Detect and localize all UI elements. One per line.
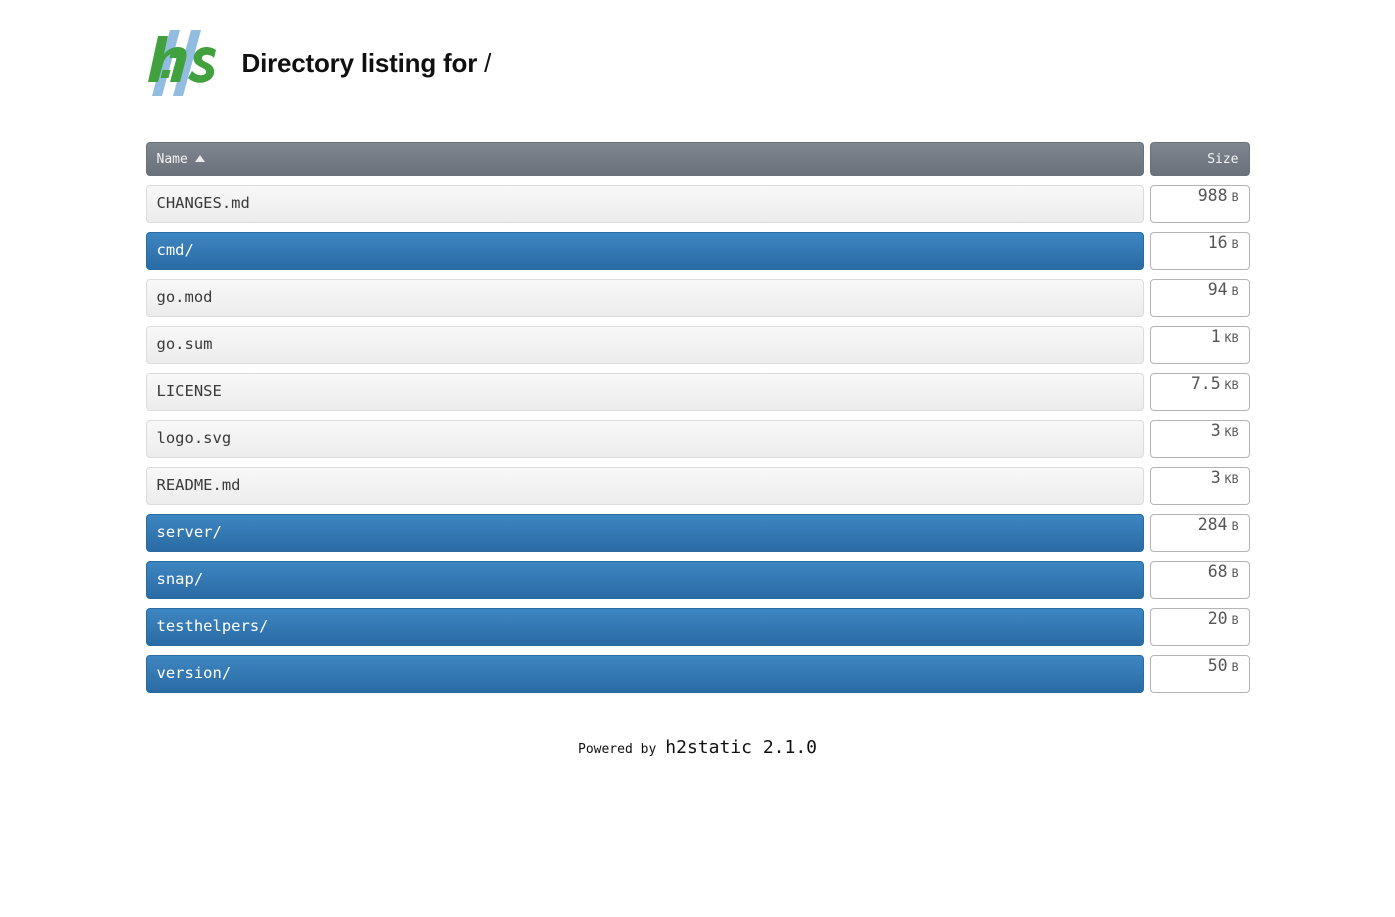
page-title: Directory listing for / [242,48,492,79]
directory-link[interactable]: server/ [145,514,1144,552]
table-body: CHANGES.md 988 Bcmd/16 Bgo.mod 94 Bgo.sum 1 KB L… [145,185,1250,693]
entry-size-value: 68 [1207,562,1228,581]
entry-name-label: logo.svg [156,429,232,448]
entry-name-label: LICENSE [156,382,222,401]
column-header-name-label: Name [156,151,188,167]
entry-name-label: go.mod [156,288,213,307]
entry-size: 3 KB [1149,420,1250,458]
directory-listing-page: Directory listing for / Name Size CHANGE… [0,0,1395,917]
page-footer: Powered by h2static 2.1.0 [146,737,1250,758]
entry-size-unit: KB [1224,331,1239,345]
entry-size-value: 7.5 [1190,374,1221,393]
table-row: logo.svg 3 KB [145,420,1250,458]
file-link[interactable]: go.mod [145,279,1144,317]
entry-size-value: 94 [1207,280,1228,299]
directory-listing-table: Name Size CHANGES.md 988 Bcmd/16 Bgo.mod 94 B… [145,142,1250,693]
entry-size: 988 B [1149,185,1250,223]
file-link[interactable]: README.md [145,467,1144,505]
entry-name-label: README.md [156,476,241,495]
directory-link[interactable]: version/ [145,655,1144,693]
h2static-logo-icon [147,30,216,96]
entry-size: 20 B [1149,608,1250,646]
table-row: version/50 B [145,655,1250,693]
table-header-row: Name Size [145,142,1250,176]
entry-size: 284 B [1149,514,1250,552]
entry-size: 16 B [1149,232,1250,270]
page-container: Directory listing for / Name Size CHANGE… [145,0,1250,758]
file-link[interactable]: CHANGES.md [145,185,1144,223]
entry-size-unit: B [1231,613,1239,627]
table-row: README.md 3 KB [145,467,1250,505]
entry-size-value: 3 [1210,468,1221,487]
entry-name-label: server/ [156,523,222,542]
entry-size: 3 KB [1149,467,1250,505]
footer-powered-by-label: Powered by [578,742,657,757]
page-title-path: / [484,47,492,78]
file-link[interactable]: go.sum [145,326,1144,364]
entry-size-value: 50 [1207,656,1228,675]
entry-size: 1 KB [1149,326,1250,364]
entry-size-unit: KB [1224,472,1239,486]
file-link[interactable]: logo.svg [145,420,1144,458]
entry-size: 94 B [1149,279,1250,317]
sort-ascending-icon [194,154,205,162]
entry-size-value: 988 [1197,186,1228,205]
entry-name-label: CHANGES.md [156,194,250,213]
entry-size-unit: B [1231,566,1239,580]
table-row: LICENSE 7.5 KB [145,373,1250,411]
footer-app-version: h2static 2.1.0 [665,737,817,758]
directory-link[interactable]: testhelpers/ [145,608,1144,646]
file-link[interactable]: LICENSE [145,373,1144,411]
entry-size-unit: B [1231,660,1239,674]
column-header-size-label: Size [1207,151,1239,167]
page-header: Directory listing for / [146,24,1250,102]
table-row: cmd/16 B [145,232,1250,270]
table-row: snap/68 B [145,561,1250,599]
table-row: testhelpers/20 B [145,608,1250,646]
entry-name-label: cmd/ [156,241,194,260]
entry-size-value: 3 [1210,421,1221,440]
entry-name-label: go.sum [156,335,213,354]
entry-size: 7.5 KB [1149,373,1250,411]
entry-size-value: 1 [1210,327,1221,346]
directory-link[interactable]: snap/ [145,561,1144,599]
table-row: CHANGES.md 988 B [145,185,1250,223]
entry-size-unit: B [1231,519,1239,533]
entry-size: 68 B [1149,561,1250,599]
page-title-prefix: Directory listing for [241,47,478,78]
entry-size-unit: B [1231,284,1239,298]
entry-size-unit: B [1231,190,1239,204]
column-header-name[interactable]: Name [145,142,1144,176]
entry-name-label: testhelpers/ [156,617,269,636]
entry-size-unit: B [1231,237,1239,251]
entry-size-value: 16 [1207,233,1228,252]
entry-size-value: 20 [1207,609,1228,628]
entry-size-value: 284 [1197,515,1228,534]
entry-name-label: version/ [156,664,232,683]
entry-size-unit: KB [1224,425,1239,439]
entry-size: 50 B [1149,655,1250,693]
table-row: go.mod 94 B [145,279,1250,317]
table-row: server/284 B [145,514,1250,552]
entry-name-label: snap/ [156,570,204,589]
table-row: go.sum 1 KB [145,326,1250,364]
column-header-size[interactable]: Size [1149,142,1250,176]
directory-link[interactable]: cmd/ [145,232,1144,270]
entry-size-unit: KB [1224,378,1239,392]
